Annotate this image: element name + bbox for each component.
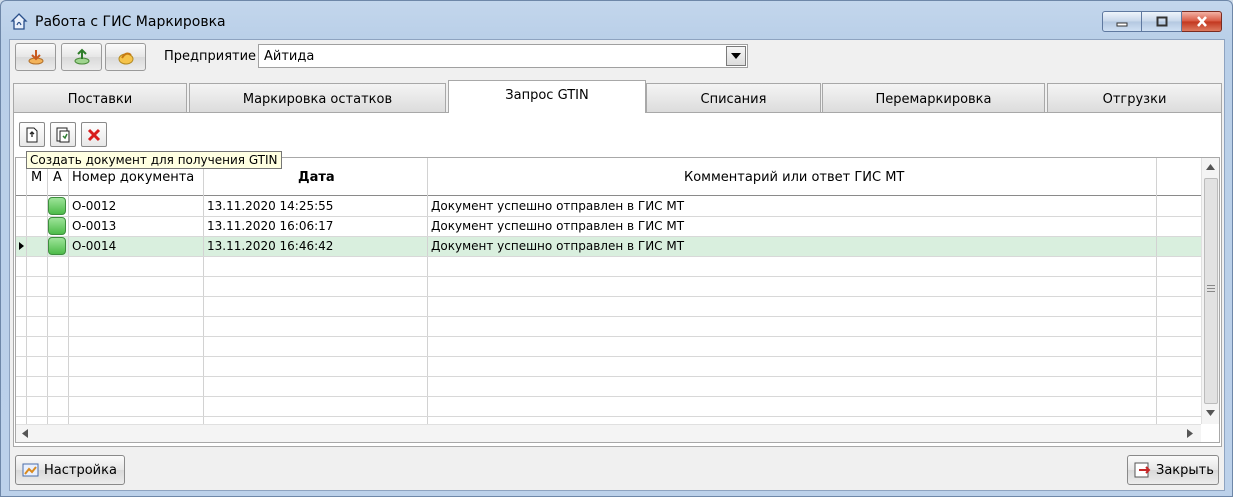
row-divider	[16, 236, 1201, 237]
title-bar[interactable]: Работа с ГИС Маркировка	[1, 1, 1232, 39]
row-comment: Документ успешно отправлен в ГИС МТ	[431, 199, 685, 213]
tab-otgruzki[interactable]: Отгрузки	[1047, 83, 1222, 112]
row-divider	[16, 356, 1201, 357]
col-divider	[427, 158, 428, 424]
col-divider	[68, 158, 69, 424]
maximize-icon	[1156, 16, 1167, 27]
new-document-icon	[26, 127, 38, 142]
delete-icon	[87, 128, 101, 141]
vertical-scrollbar[interactable]	[1201, 158, 1219, 424]
tab-postavki[interactable]: Поставки	[13, 83, 187, 112]
row-number: О-0013	[72, 219, 117, 233]
tab-zapros-gtin[interactable]: Запрос GTIN	[448, 80, 646, 113]
download-button[interactable]	[15, 43, 56, 71]
col-header-m[interactable]: М	[31, 170, 42, 185]
row-divider	[16, 256, 1201, 257]
refresh-icon	[118, 52, 133, 65]
row-divider	[16, 316, 1201, 317]
tab-markirovka-ostatkov[interactable]: Маркировка остатков	[189, 83, 446, 112]
col-divider	[1156, 158, 1157, 424]
row-divider	[16, 336, 1201, 337]
upload-icon	[74, 48, 89, 65]
scroll-up-icon[interactable]	[1206, 164, 1215, 170]
row-date: 13.11.2020 14:25:55	[207, 199, 334, 213]
col-header-a[interactable]: А	[53, 170, 62, 185]
maximize-button[interactable]	[1142, 11, 1182, 32]
enterprise-value: Айтида	[264, 49, 315, 64]
download-icon	[28, 50, 43, 65]
enterprise-dropdown-button[interactable]	[726, 46, 746, 66]
col-header-number[interactable]: Номер документа	[72, 170, 194, 185]
minimize-button[interactable]	[1102, 11, 1142, 32]
chevron-down-icon	[731, 53, 741, 59]
row-date: 13.11.2020 16:06:17	[207, 219, 334, 233]
main-window: Работа с ГИС Маркировка Предприятие Айти…	[0, 0, 1233, 497]
window-title: Работа с ГИС Маркировка	[35, 14, 226, 30]
scroll-thumb[interactable]	[1204, 178, 1218, 404]
col-divider	[26, 158, 27, 424]
enterprise-label: Предприятие	[164, 49, 257, 64]
close-label: Закрыть	[1156, 462, 1214, 478]
window-client: Предприятие Айтида Поставки Маркировка о…	[9, 39, 1225, 491]
tab-spisaniya[interactable]: Списания	[646, 83, 821, 112]
row-divider	[16, 416, 1201, 417]
tooltip: Создать документ для получения GTIN	[26, 151, 282, 169]
refresh-button[interactable]	[105, 43, 146, 71]
documents-grid[interactable]: М А Номер документа Дата Комментарий или…	[15, 157, 1220, 443]
new-document-button[interactable]	[19, 122, 45, 147]
close-icon	[1196, 16, 1207, 27]
row-date: 13.11.2020 16:46:42	[207, 239, 334, 253]
tab-peremarkirovka[interactable]: Перемаркировка	[822, 83, 1045, 112]
col-divider	[203, 158, 204, 424]
row-divider	[16, 376, 1201, 377]
row-comment: Документ успешно отправлен в ГИС МТ	[431, 219, 685, 233]
scroll-down-icon[interactable]	[1206, 410, 1215, 416]
settings-button[interactable]: Настройка	[15, 455, 125, 485]
edit-document-button[interactable]	[50, 122, 76, 147]
app-icon	[10, 13, 28, 30]
close-button[interactable]: Закрыть	[1127, 455, 1219, 485]
row-comment: Документ успешно отправлен в ГИС МТ	[431, 239, 685, 253]
settings-icon	[22, 463, 39, 477]
row-number: О-0014	[72, 239, 117, 253]
upload-button[interactable]	[61, 43, 102, 71]
scroll-left-icon[interactable]	[22, 429, 28, 438]
row-divider	[16, 296, 1201, 297]
grip-icon	[1207, 285, 1215, 292]
status-ok-icon	[48, 197, 66, 215]
edit-document-icon	[56, 127, 70, 142]
col-header-comment[interactable]: Комментарий или ответ ГИС МТ	[684, 170, 904, 185]
enterprise-select[interactable]: Айтида	[258, 44, 748, 68]
delete-document-button[interactable]	[81, 122, 107, 147]
exit-icon	[1134, 462, 1151, 478]
status-ok-icon	[48, 217, 66, 235]
horizontal-scrollbar[interactable]	[16, 424, 1201, 442]
close-window-button[interactable]	[1182, 11, 1222, 32]
col-header-date[interactable]: Дата	[298, 170, 335, 185]
settings-label: Настройка	[44, 462, 117, 478]
row-divider	[16, 396, 1201, 397]
row-divider	[16, 276, 1201, 277]
status-ok-icon	[48, 237, 66, 255]
row-divider	[16, 216, 1201, 217]
scroll-right-icon[interactable]	[1187, 429, 1193, 438]
minimize-icon	[1116, 22, 1128, 26]
current-row-indicator-icon	[19, 242, 24, 250]
row-number: О-0012	[72, 199, 117, 213]
